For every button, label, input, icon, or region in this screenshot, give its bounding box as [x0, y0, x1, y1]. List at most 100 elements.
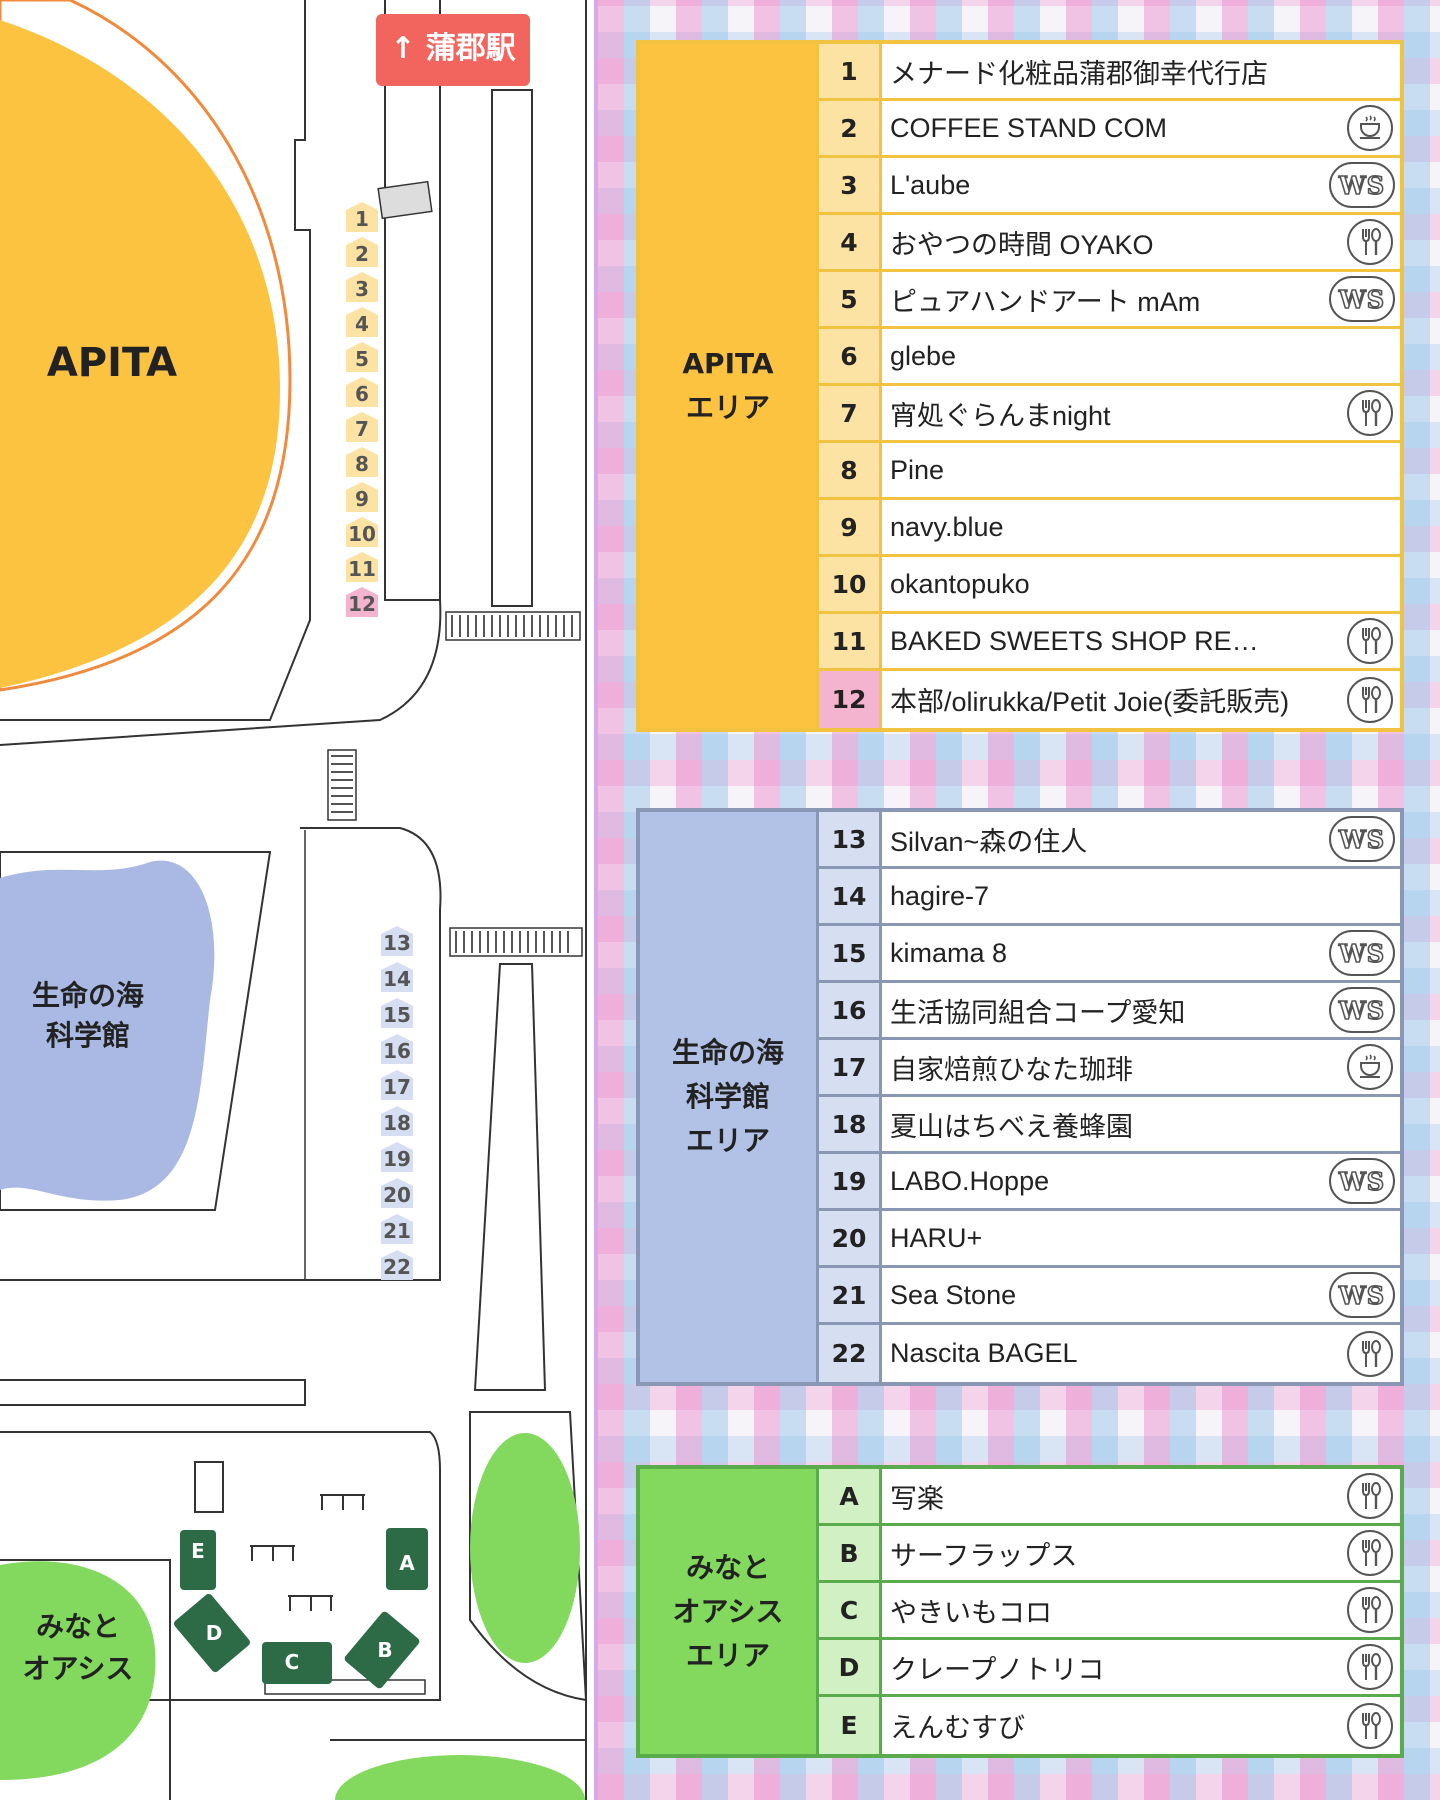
shop-row: 16 生活協同組合コープ愛知 WS [816, 983, 1400, 1040]
shop-icon-cell: WS [1324, 158, 1400, 212]
truck-label: B [377, 1638, 392, 1662]
booth-number: 22 [383, 1255, 411, 1279]
booth-number: 2 [355, 242, 369, 266]
apita-booth-markers: 123456789101112 [346, 202, 378, 617]
booth-number: 20 [383, 1183, 411, 1207]
science-label: 科学館 [46, 1019, 130, 1052]
shop-row: 19 LABO.Hoppe WS [816, 1154, 1400, 1211]
booth-number: 1 [355, 207, 369, 231]
shop-row: E えんむすび [816, 1697, 1400, 1754]
road-median [473, 963, 547, 1391]
shop-number: A [816, 1469, 882, 1523]
shop-number: 7 [816, 386, 882, 440]
shop-number: 4 [816, 215, 882, 269]
shop-row: 13 Silvan~森の住人 WS [816, 812, 1400, 869]
shop-icon-cell [1340, 386, 1400, 440]
fork-spoon-icon [1347, 1330, 1393, 1377]
fork-spoon-icon [1347, 219, 1393, 265]
area-title-science: 生命の海 科学館 エリア [640, 812, 816, 1382]
oasis-area-table: みなと オアシス エリア A 写楽 B サーフラップス C やきいもコロ D クレープノトリコ… [636, 1465, 1404, 1758]
shop-number: 1 [816, 44, 882, 98]
workshop-icon: WS [1329, 162, 1395, 208]
shop-icon-cell [1340, 557, 1400, 611]
shop-icon-cell [1340, 1697, 1400, 1754]
truck-label: A [399, 1551, 415, 1575]
shop-icon-cell [1340, 443, 1400, 497]
workshop-icon: WS [1329, 1158, 1395, 1204]
fork-spoon-icon [1347, 390, 1393, 436]
shop-icon-cell: WS [1324, 272, 1400, 326]
shop-number: B [816, 1526, 882, 1580]
booth-number: 7 [355, 417, 369, 441]
shop-name: Sea Stone [882, 1268, 1324, 1322]
truck-label: D [206, 1621, 223, 1645]
shop-number: 3 [816, 158, 882, 212]
shop-name: クレープノトリコ [882, 1640, 1340, 1694]
shop-number: 13 [816, 812, 882, 866]
shop-row: 20 HARU+ [816, 1211, 1400, 1268]
shop-row: 15 kimama 8 WS [816, 926, 1400, 983]
shop-row: B サーフラップス [816, 1526, 1400, 1583]
shop-number: 9 [816, 500, 882, 554]
road-line [0, 1379, 306, 1406]
shop-row: C やきいもコロ [816, 1583, 1400, 1640]
crosswalk-stripes [455, 931, 569, 953]
shop-number: 12 [816, 671, 882, 728]
booth-number: 19 [383, 1147, 411, 1171]
shop-name: navy.blue [882, 500, 1340, 554]
shop-number: C [816, 1583, 882, 1637]
shop-icon-cell [1340, 500, 1400, 554]
shop-name: 本部/olirukka/Petit Joie(委託販売) [882, 671, 1340, 728]
table-icon [288, 1595, 333, 1611]
booth-number: 14 [383, 967, 411, 991]
shop-name: hagire-7 [882, 869, 1340, 923]
area-title-oasis: みなと オアシス エリア [640, 1469, 816, 1754]
shop-name: LABO.Hoppe [882, 1154, 1324, 1208]
booth-number: 21 [383, 1219, 411, 1243]
shop-row: 18 夏山はちべえ養蜂園 [816, 1097, 1400, 1154]
shop-icon-cell [1340, 1325, 1400, 1382]
truck-label: E [191, 1539, 205, 1563]
booth-number: 5 [355, 347, 369, 371]
shop-row: 22 Nascita BAGEL [816, 1325, 1400, 1382]
shop-row: 2 COFFEE STAND COM [816, 101, 1400, 158]
shop-icon-cell [1340, 614, 1400, 668]
shop-icon-cell [1340, 215, 1400, 269]
shop-name: BAKED SWEETS SHOP RE… [882, 614, 1340, 668]
fork-spoon-icon [1347, 1644, 1393, 1690]
shop-number: 16 [816, 983, 882, 1037]
map-svg: APITA 生命の海 科学館 みなと オアシス A B C D E ↑ 蒲郡駅 … [0, 0, 588, 1800]
shop-number: 21 [816, 1268, 882, 1322]
shop-name: 生活協同組合コープ愛知 [882, 983, 1324, 1037]
truck-label: C [285, 1650, 300, 1674]
booth-number: 10 [348, 522, 376, 546]
shop-icon-cell: WS [1324, 1268, 1400, 1322]
shop-row: 6 glebe [816, 329, 1400, 386]
shop-number: 10 [816, 557, 882, 611]
shop-number: 11 [816, 614, 882, 668]
booth-number: 4 [355, 312, 369, 336]
workshop-icon: WS [1329, 276, 1395, 322]
shop-list-panel: APITA エリア 1 メナード化粧品蒲郡御幸代行店 2 COFFEE STAND C… [594, 0, 1440, 1800]
shop-row: 3 L'aube WS [816, 158, 1400, 215]
booth-number: 15 [383, 1003, 411, 1027]
shop-name: 自家焙煎ひなた珈琲 [882, 1040, 1340, 1094]
shop-icon-cell [1340, 671, 1400, 728]
shop-name: glebe [882, 329, 1340, 383]
shop-number: 6 [816, 329, 882, 383]
shop-name: やきいもコロ [882, 1583, 1340, 1637]
shop-row: 17 自家焙煎ひなた珈琲 [816, 1040, 1400, 1097]
coffee-cup-icon [1347, 105, 1393, 151]
shop-icon-cell: WS [1324, 983, 1400, 1037]
green-park [335, 1755, 585, 1800]
shop-number: D [816, 1640, 882, 1694]
shop-name: メナード化粧品蒲郡御幸代行店 [882, 44, 1340, 98]
table-icon [320, 1494, 365, 1510]
booth-number: 12 [348, 592, 376, 616]
shop-row: 7 宵処ぐらんまnight [816, 386, 1400, 443]
shop-icon-cell [1340, 101, 1400, 155]
booth-number: 3 [355, 277, 369, 301]
shop-row: A 写楽 [816, 1469, 1400, 1526]
shop-number: 8 [816, 443, 882, 497]
shop-name: おやつの時間 OYAKO [882, 215, 1340, 269]
